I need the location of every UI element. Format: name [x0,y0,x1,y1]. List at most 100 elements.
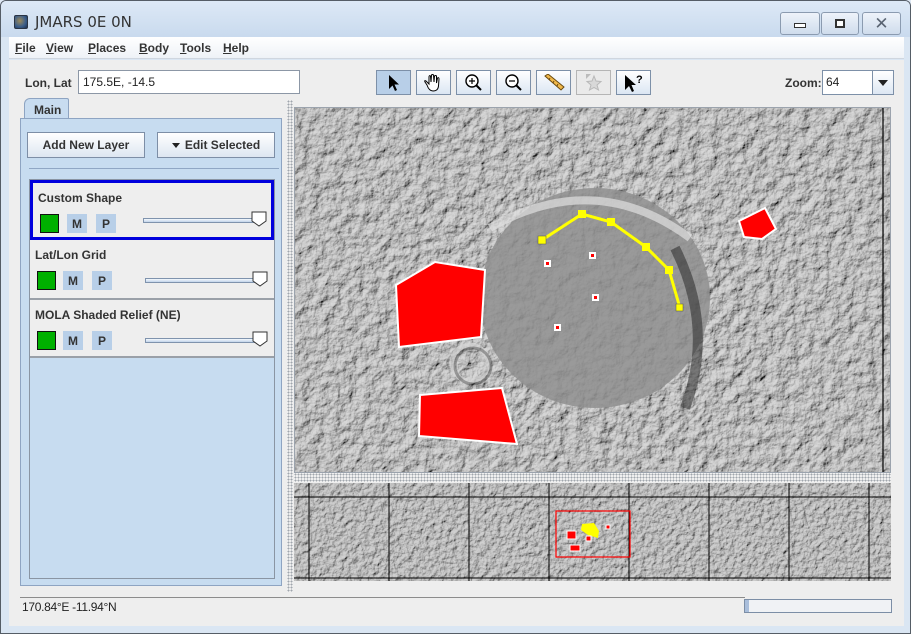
layer-opacity-slider[interactable] [143,218,258,223]
maximize-icon [835,19,845,28]
polyline-vertex[interactable] [675,303,684,312]
layer-opacity-slider[interactable] [145,338,260,343]
layer-name: Custom Shape [38,191,123,205]
lonlat-input[interactable] [78,70,300,94]
menu-body[interactable]: Body [139,41,169,55]
mars-shaded-relief-map [295,108,890,472]
overview-map-image [294,483,891,581]
menu-help-label: elp [231,41,250,55]
slider-thumb[interactable] [252,331,268,347]
tab-main[interactable]: Main [24,98,69,120]
zoom-out-tool-button[interactable] [496,70,531,95]
zoom-in-icon [464,73,482,91]
menu-places[interactable]: Places [88,41,126,55]
layer-visibility-toggle[interactable] [40,214,59,233]
edit-selected-button[interactable]: Edit Selected [157,132,275,158]
layer-main-view-toggle[interactable]: M [67,214,87,233]
menu-places-mnemonic: P [88,41,97,55]
menu-places-label: laces [96,41,127,55]
arrow-pointer-icon [388,74,399,91]
star-icon [585,73,602,91]
menu-file[interactable]: File [15,41,36,55]
polyline-vertex[interactable] [578,210,586,218]
layer-panner-toggle[interactable]: P [92,271,112,290]
layer-list: Custom Shape M P Lat/Lon Grid M P MOLA S… [29,179,275,579]
slider-thumb[interactable] [252,271,268,287]
ruler-icon [543,73,565,91]
zoom-in-tool-button[interactable] [456,70,491,95]
minimize-icon [794,23,806,28]
maximize-button[interactable] [821,12,859,35]
layer-main-view-toggle[interactable]: M [63,331,83,350]
vertical-splitter[interactable] [287,100,293,592]
pan-tool-button[interactable] [416,70,451,95]
zoom-dropdown-button[interactable] [872,71,893,94]
progress-fill [745,600,749,612]
horizontal-splitter[interactable] [294,473,891,482]
select-tool-button[interactable] [376,70,411,95]
hand-icon [423,73,440,92]
menu-help[interactable]: Help [223,41,249,55]
layer-panner-toggle[interactable]: P [92,331,112,350]
zoom-label: Zoom: [785,76,822,90]
menu-view-mnemonic: V [46,41,54,55]
polyline-vertex[interactable] [607,218,615,226]
zoom-select[interactable]: 64 [822,70,894,95]
add-new-layer-button[interactable]: Add New Layer [27,132,145,158]
lonlat-label: Lon, Lat [25,76,72,90]
panel-divider [29,168,279,169]
overview-shape [605,524,611,530]
custom-shape-polygon[interactable] [417,386,519,446]
status-coordinates: 170.84°E -11.94°N [20,597,745,616]
edit-selected-label: Edit Selected [184,138,261,152]
overview-shape [569,544,581,552]
menu-view[interactable]: View [46,41,73,55]
slider-thumb[interactable] [251,211,267,227]
overview-shape [566,530,577,540]
window-title: JMARS 0E 0N [35,13,132,31]
zoom-value[interactable]: 64 [823,71,872,94]
menu-body-mnemonic: B [139,41,148,55]
dropdown-arrow-icon [171,142,180,148]
measure-tool-button[interactable] [536,70,571,95]
layer-name: Lat/Lon Grid [35,248,107,262]
layer-visibility-toggle[interactable] [37,271,56,290]
pointer-question-icon: ? [624,74,643,92]
close-button[interactable]: ✕ [862,12,901,35]
menu-view-label: iew [53,41,74,55]
title-bar[interactable]: JMARS 0E 0N ✕ [1,1,910,37]
menu-body-label: ody [147,41,170,55]
overview-map[interactable] [294,483,891,581]
minimize-button[interactable] [780,12,820,35]
jmars-globe-icon [14,15,28,29]
layer-panner-toggle[interactable]: P [96,214,116,233]
polyline-vertex[interactable] [665,266,673,274]
main-content: Lon, Lat ? Zoom: 64 Main [9,60,904,626]
menu-bar: File View Places Body Tools Help [9,37,904,59]
layer-name: MOLA Shaded Relief (NE) [35,308,181,322]
layer-opacity-slider[interactable] [145,278,260,283]
point-marker-fill [594,296,597,299]
menu-tools[interactable]: Tools [180,41,211,55]
polyline-vertex[interactable] [537,235,547,245]
menu-file-label: ile [22,41,36,55]
close-icon: ✕ [874,13,889,33]
layer-row-custom-shape[interactable]: Custom Shape M P [30,180,274,240]
menu-tools-label: ools [186,41,212,55]
jmars-window: JMARS 0E 0N ✕ File View Places Body Tool… [0,0,911,634]
point-marker-fill [546,262,549,265]
bookmark-tool-button[interactable] [576,70,611,95]
zoom-out-icon [504,73,522,91]
layer-row-lat-lon-grid[interactable]: Lat/Lon Grid M P [30,240,274,300]
layer-manager-panel: Add New Layer Edit Selected Custom Shape… [20,118,282,586]
main-map-view[interactable] [294,107,891,473]
overview-shape [585,535,592,542]
layer-visibility-toggle[interactable] [37,331,56,350]
layer-row-mola-shaded-relief[interactable]: MOLA Shaded Relief (NE) M P [30,300,274,358]
investigate-tool-button[interactable]: ? [616,70,651,95]
menu-help-mnemonic: H [223,41,232,55]
polyline-vertex[interactable] [642,243,650,251]
svg-text:?: ? [636,74,643,86]
point-marker-fill [556,326,559,329]
layer-main-view-toggle[interactable]: M [63,271,83,290]
